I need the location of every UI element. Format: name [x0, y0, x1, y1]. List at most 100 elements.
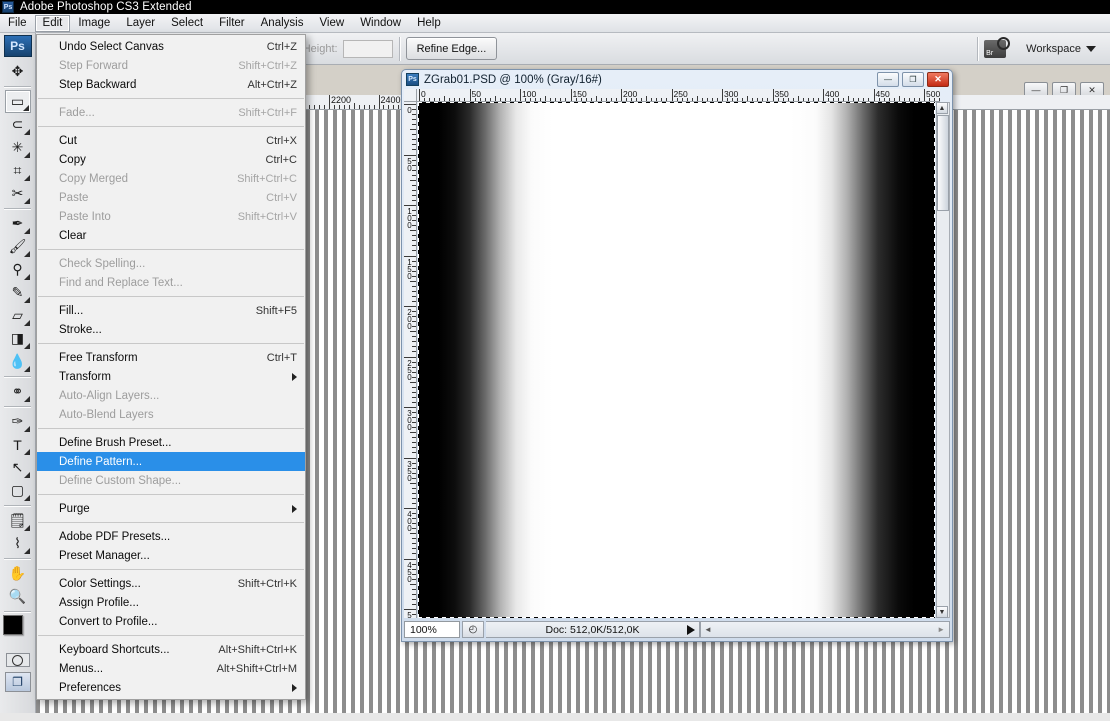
chevron-down-icon[interactable]	[1086, 46, 1096, 52]
menu-item-shortcut: Ctrl+T	[267, 352, 297, 364]
rectangular-marquee-tool[interactable]: ▭	[5, 90, 31, 113]
menu-item-adobe-pdf-presets[interactable]: Adobe PDF Presets...	[37, 527, 305, 546]
doc-vruler-minor-tick	[412, 604, 416, 605]
hand-tool[interactable]: ✋	[5, 562, 31, 585]
vertical-scroll-thumb[interactable]	[937, 115, 949, 211]
play-icon[interactable]	[687, 625, 695, 635]
menu-item-copy[interactable]: CopyCtrl+C	[37, 150, 305, 169]
edit-dropdown-menu[interactable]: Undo Select CanvasCtrl+ZStep ForwardShif…	[36, 34, 306, 700]
foreground-color-swatch[interactable]	[3, 615, 23, 635]
brush-tool[interactable]: 🖌	[5, 235, 31, 258]
menu-window[interactable]: Window	[352, 15, 409, 32]
menu-item-define-brush-preset[interactable]: Define Brush Preset...	[37, 433, 305, 452]
scroll-down-button[interactable]: ▼	[936, 606, 948, 618]
doc-ruler-minor-tick	[742, 98, 743, 101]
menu-file[interactable]: File	[0, 15, 35, 32]
menu-item-keyboard-shortcuts[interactable]: Keyboard Shortcuts...Alt+Shift+Ctrl+K	[37, 640, 305, 659]
menu-item-undo-select-canvas[interactable]: Undo Select CanvasCtrl+Z	[37, 37, 305, 56]
menu-item-preset-manager[interactable]: Preset Manager...	[37, 546, 305, 565]
slice-tool[interactable]: ✂	[5, 182, 31, 205]
clone-stamp-tool[interactable]: ⚲	[5, 258, 31, 281]
document-vertical-scrollbar[interactable]: ▲ ▼	[936, 102, 950, 618]
doc-vruler-minor-tick	[412, 296, 416, 297]
clock-icon[interactable]: ◴	[462, 621, 484, 638]
menu-view[interactable]: View	[311, 15, 352, 32]
menu-item-transform[interactable]: Transform	[37, 367, 305, 386]
scroll-up-button[interactable]: ▲	[936, 102, 948, 114]
menu-filter[interactable]: Filter	[211, 15, 253, 32]
height-input[interactable]	[343, 40, 393, 58]
history-brush-tool[interactable]: ✎	[5, 281, 31, 304]
menu-separator	[38, 343, 304, 344]
submenu-arrow-icon	[292, 684, 297, 692]
menu-item-step-backward[interactable]: Step BackwardAlt+Ctrl+Z	[37, 75, 305, 94]
go-to-bridge-icon[interactable]: Br	[984, 40, 1006, 58]
menu-item-assign-profile[interactable]: Assign Profile...	[37, 593, 305, 612]
scroll-left-button[interactable]: ◄	[704, 625, 712, 634]
menu-item-fill[interactable]: Fill...Shift+F5	[37, 301, 305, 320]
menu-layer[interactable]: Layer	[118, 15, 163, 32]
quick-mask-toggle[interactable]	[6, 653, 30, 667]
horizontal-type-tool[interactable]: T	[5, 433, 31, 456]
menu-image[interactable]: Image	[70, 15, 118, 32]
dodge-tool[interactable]: ⚭	[5, 380, 31, 403]
crop-tool[interactable]: ⌗	[5, 159, 31, 182]
menu-item-preferences[interactable]: Preferences	[37, 678, 305, 697]
eyedropper-tool[interactable]: ⌇	[5, 532, 31, 555]
zoom-tool[interactable]: 🔍	[5, 585, 31, 608]
doc-ruler-major-tick	[419, 89, 420, 101]
menu-item-color-settings[interactable]: Color Settings...Shift+Ctrl+K	[37, 574, 305, 593]
menu-analysis[interactable]: Analysis	[253, 15, 312, 32]
workspace-label[interactable]: Workspace	[1026, 43, 1081, 55]
menu-edit[interactable]: Edit	[35, 15, 71, 32]
menu-item-cut[interactable]: CutCtrl+X	[37, 131, 305, 150]
screen-mode-icon: ❐	[12, 675, 23, 689]
doc-ruler-minor-tick	[702, 98, 703, 101]
doc-vruler-minor-tick	[410, 432, 416, 433]
menu-select[interactable]: Select	[163, 15, 211, 32]
refine-edge-button[interactable]: Refine Edge...	[406, 37, 498, 60]
document-minimize-button[interactable]: —	[877, 72, 899, 87]
magic-wand-tool[interactable]: ✳	[5, 136, 31, 159]
document-title-bar[interactable]: Ps ZGrab01.PSD @ 100% (Gray/16#) — ❐ ✕	[402, 70, 952, 89]
rectangle-shape-tool[interactable]: ▢	[5, 479, 31, 502]
document-restore-button[interactable]: ❐	[902, 72, 924, 87]
move-tool[interactable]: ✥	[5, 60, 31, 83]
gradient-tool[interactable]: ◨	[5, 327, 31, 350]
doc-ruler-minor-tick	[500, 98, 501, 101]
blur-tool[interactable]: 💧	[5, 350, 31, 373]
menu-item-clear[interactable]: Clear	[37, 226, 305, 245]
image-canvas[interactable]	[418, 102, 935, 618]
menu-help[interactable]: Help	[409, 15, 449, 32]
doc-ruler-minor-tick	[757, 98, 758, 101]
menu-item-label: Fill...	[59, 305, 256, 317]
lasso-tool[interactable]: ⊂	[5, 113, 31, 136]
menu-item-convert-to-profile[interactable]: Convert to Profile...	[37, 612, 305, 631]
document-vertical-ruler[interactable]: 050100150200250300350400450500	[404, 102, 417, 618]
document-horizontal-scrollbar[interactable]: ◄ ►	[700, 621, 950, 638]
doc-vruler-minor-tick	[412, 190, 416, 191]
screen-mode-button[interactable]: ❐	[5, 672, 31, 692]
tool-submenu-indicator-icon	[24, 129, 30, 135]
document-horizontal-ruler[interactable]: 050100150200250300350400450500	[417, 89, 940, 102]
zoom-level-field[interactable]: 100%	[404, 621, 460, 638]
menu-item-stroke[interactable]: Stroke...	[37, 320, 305, 339]
toolbox-divider	[4, 505, 31, 506]
healing-brush-tool[interactable]: ✒	[5, 212, 31, 235]
doc-ruler-minor-tick	[454, 98, 455, 101]
document-close-button[interactable]: ✕	[927, 72, 949, 87]
scroll-right-button[interactable]: ►	[937, 625, 945, 634]
color-swatches[interactable]	[3, 615, 33, 649]
document-info-text[interactable]: Doc: 512,0K/512,0K	[486, 621, 700, 638]
menu-item-label: Keyboard Shortcuts...	[59, 644, 218, 656]
document-window[interactable]: Ps ZGrab01.PSD @ 100% (Gray/16#) — ❐ ✕ 0…	[401, 69, 953, 642]
menu-item-free-transform[interactable]: Free TransformCtrl+T	[37, 348, 305, 367]
pen-tool[interactable]: ✑	[5, 410, 31, 433]
notes-tool[interactable]: 🗒	[5, 509, 31, 532]
menu-item-purge[interactable]: Purge	[37, 499, 305, 518]
eraser-tool[interactable]: ▱	[5, 304, 31, 327]
doc-vruler-minor-tick	[412, 175, 416, 176]
path-selection-tool[interactable]: ↖	[5, 456, 31, 479]
menu-item-define-pattern[interactable]: Define Pattern...	[37, 452, 305, 471]
menu-item-menus[interactable]: Menus...Alt+Shift+Ctrl+M	[37, 659, 305, 678]
